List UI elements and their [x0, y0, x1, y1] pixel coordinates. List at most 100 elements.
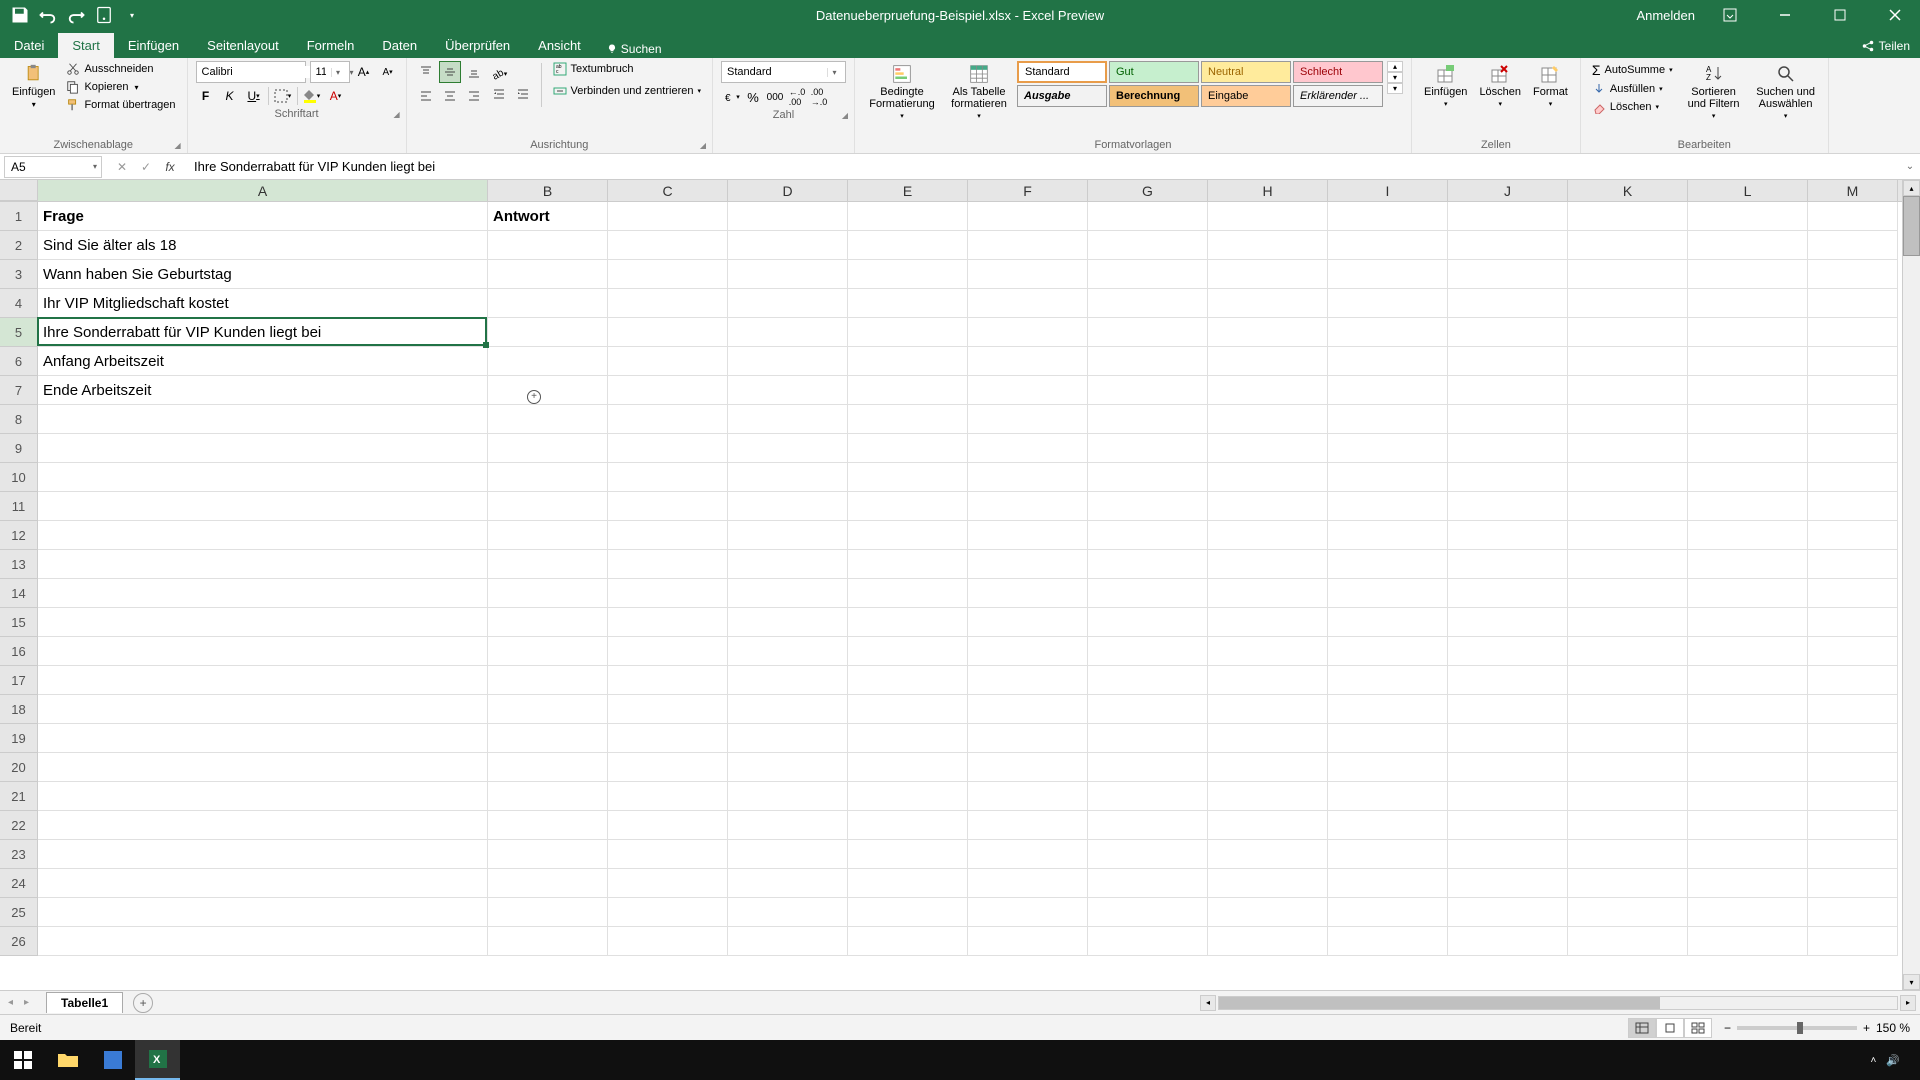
zoom-slider[interactable]: [1737, 1026, 1857, 1030]
cell-C13[interactable]: [608, 550, 728, 579]
row-header-3[interactable]: 3: [0, 260, 38, 289]
cell-J11[interactable]: [1448, 492, 1568, 521]
cell-B15[interactable]: [488, 608, 608, 637]
column-header-M[interactable]: M: [1808, 180, 1898, 201]
cell-E10[interactable]: [848, 463, 968, 492]
cell-K23[interactable]: [1568, 840, 1688, 869]
cell-A15[interactable]: [38, 608, 488, 637]
column-header-F[interactable]: F: [968, 180, 1088, 201]
share-button[interactable]: Teilen: [1851, 34, 1920, 58]
name-box[interactable]: ▾: [4, 156, 102, 178]
cell-C26[interactable]: [608, 927, 728, 956]
cell-D2[interactable]: [728, 231, 848, 260]
cell-M23[interactable]: [1808, 840, 1898, 869]
cell-D4[interactable]: [728, 289, 848, 318]
accounting-format-button[interactable]: €▾: [721, 87, 741, 107]
cell-C7[interactable]: [608, 376, 728, 405]
cell-H19[interactable]: [1208, 724, 1328, 753]
cell-C25[interactable]: [608, 898, 728, 927]
cell-D15[interactable]: [728, 608, 848, 637]
cell-H9[interactable]: [1208, 434, 1328, 463]
cell-K15[interactable]: [1568, 608, 1688, 637]
cell-C16[interactable]: [608, 637, 728, 666]
cell-M16[interactable]: [1808, 637, 1898, 666]
cell-L14[interactable]: [1688, 579, 1808, 608]
cell-E2[interactable]: [848, 231, 968, 260]
cell-D17[interactable]: [728, 666, 848, 695]
font-name-combo[interactable]: ▾: [196, 61, 306, 83]
format-painter-button[interactable]: Format übertragen: [63, 97, 178, 113]
cell-F6[interactable]: [968, 347, 1088, 376]
row-header-24[interactable]: 24: [0, 869, 38, 898]
cell-G7[interactable]: [1088, 376, 1208, 405]
percent-format-button[interactable]: %: [743, 87, 763, 107]
row-header-2[interactable]: 2: [0, 231, 38, 260]
cell-D12[interactable]: [728, 521, 848, 550]
cell-G16[interactable]: [1088, 637, 1208, 666]
cell-E25[interactable]: [848, 898, 968, 927]
cell-E3[interactable]: [848, 260, 968, 289]
cell-I15[interactable]: [1328, 608, 1448, 637]
cell-J21[interactable]: [1448, 782, 1568, 811]
cell-G26[interactable]: [1088, 927, 1208, 956]
cell-L11[interactable]: [1688, 492, 1808, 521]
cell-K14[interactable]: [1568, 579, 1688, 608]
cell-G11[interactable]: [1088, 492, 1208, 521]
cell-I26[interactable]: [1328, 927, 1448, 956]
cell-F17[interactable]: [968, 666, 1088, 695]
cell-L3[interactable]: [1688, 260, 1808, 289]
cell-I24[interactable]: [1328, 869, 1448, 898]
cell-I18[interactable]: [1328, 695, 1448, 724]
cell-G21[interactable]: [1088, 782, 1208, 811]
cell-J5[interactable]: [1448, 318, 1568, 347]
zoom-level[interactable]: 150 %: [1876, 1021, 1910, 1035]
close-button[interactable]: [1875, 0, 1915, 30]
cell-A13[interactable]: [38, 550, 488, 579]
tray-chevron-icon[interactable]: ˄: [1870, 1055, 1876, 1066]
cell-F10[interactable]: [968, 463, 1088, 492]
column-header-C[interactable]: C: [608, 180, 728, 201]
cell-M19[interactable]: [1808, 724, 1898, 753]
cell-F16[interactable]: [968, 637, 1088, 666]
sort-filter-button[interactable]: AZSortieren und Filtern▾: [1680, 61, 1748, 123]
cell-H15[interactable]: [1208, 608, 1328, 637]
cell-B8[interactable]: [488, 405, 608, 434]
enter-formula-button[interactable]: ✓: [136, 157, 156, 177]
cell-M17[interactable]: [1808, 666, 1898, 695]
cell-D22[interactable]: [728, 811, 848, 840]
cell-J4[interactable]: [1448, 289, 1568, 318]
cell-M13[interactable]: [1808, 550, 1898, 579]
row-header-25[interactable]: 25: [0, 898, 38, 927]
tab-review[interactable]: Überprüfen: [431, 33, 524, 58]
cell-F20[interactable]: [968, 753, 1088, 782]
vertical-scrollbar[interactable]: ▴ ▾: [1902, 180, 1920, 990]
cell-B9[interactable]: [488, 434, 608, 463]
delete-cells-button[interactable]: Löschen▾: [1475, 61, 1525, 111]
cell-F12[interactable]: [968, 521, 1088, 550]
cell-M26[interactable]: [1808, 927, 1898, 956]
row-header-20[interactable]: 20: [0, 753, 38, 782]
add-sheet-button[interactable]: +: [133, 993, 153, 1013]
cell-I20[interactable]: [1328, 753, 1448, 782]
column-header-L[interactable]: L: [1688, 180, 1808, 201]
clipboard-launcher[interactable]: ◢: [173, 141, 183, 151]
sheet-nav-next[interactable]: ▸: [24, 997, 38, 1008]
cell-I10[interactable]: [1328, 463, 1448, 492]
conditional-formatting-button[interactable]: Bedingte Formatierung▾: [863, 61, 941, 123]
insert-cells-button[interactable]: Einfügen▾: [1420, 61, 1471, 111]
cell-H3[interactable]: [1208, 260, 1328, 289]
scroll-left-button[interactable]: ◂: [1200, 995, 1216, 1011]
cell-I3[interactable]: [1328, 260, 1448, 289]
font-size-combo[interactable]: ▾: [310, 61, 350, 83]
cell-A1[interactable]: Frage: [38, 202, 488, 231]
cell-F14[interactable]: [968, 579, 1088, 608]
cell-A22[interactable]: [38, 811, 488, 840]
cell-C19[interactable]: [608, 724, 728, 753]
sheet-nav-prev[interactable]: ◂: [8, 997, 22, 1008]
cell-K19[interactable]: [1568, 724, 1688, 753]
borders-button[interactable]: ▾: [273, 86, 293, 106]
cell-E6[interactable]: [848, 347, 968, 376]
cell-C22[interactable]: [608, 811, 728, 840]
tab-view[interactable]: Ansicht: [524, 33, 595, 58]
cell-K22[interactable]: [1568, 811, 1688, 840]
